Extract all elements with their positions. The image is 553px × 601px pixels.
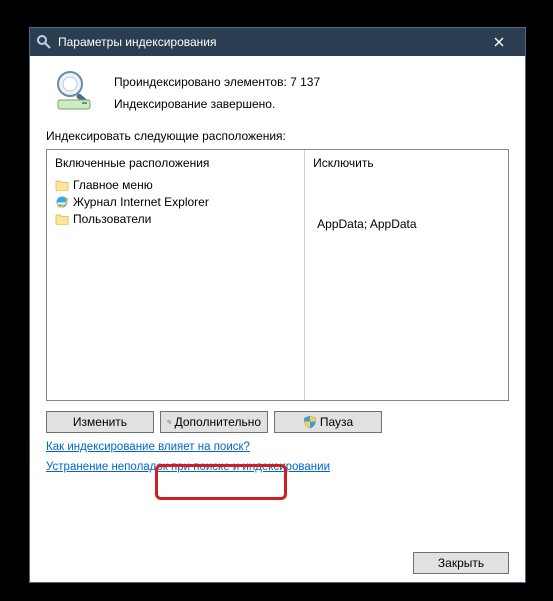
link-troubleshoot-search-indexing[interactable]: Устранение неполадок при поиске и индекс…: [46, 461, 330, 473]
advanced-button[interactable]: Дополнительно: [160, 411, 268, 433]
close-dialog-button[interactable]: Закрыть: [413, 552, 509, 574]
magnifier-drive-icon: [52, 68, 100, 112]
button-row: Изменить Дополнительно: [46, 411, 509, 433]
list-item-label: Главное меню: [73, 178, 153, 192]
close-icon: [494, 37, 504, 47]
exclude-cell: [309, 195, 504, 214]
close-button[interactable]: [479, 28, 519, 56]
status-row: Проиндексировано элементов: 7 137 Индекс…: [46, 68, 509, 115]
modify-button-label: Изменить: [73, 415, 127, 429]
folder-icon: [55, 213, 69, 225]
client-area: Проиндексировано элементов: 7 137 Индекс…: [30, 56, 525, 483]
indexing-options-window: Параметры индексирования Проиндексирован…: [29, 27, 526, 583]
pause-button-label: Пауза: [320, 415, 353, 429]
internet-explorer-icon: [55, 195, 69, 209]
window-title: Параметры индексирования: [58, 35, 479, 49]
footer: Закрыть: [413, 552, 509, 574]
indexed-count: Проиндексировано элементов: 7 137: [114, 72, 320, 94]
status-text: Проиндексировано элементов: 7 137 Индекс…: [114, 68, 320, 115]
modify-button[interactable]: Изменить: [46, 411, 154, 433]
indexing-options-icon: [36, 34, 52, 50]
link-how-indexing-affects-search[interactable]: Как индексирование влияет на поиск?: [46, 441, 250, 453]
column-header-included: Включенные расположения: [47, 150, 304, 174]
list-item[interactable]: Главное меню: [51, 176, 300, 193]
pause-button[interactable]: Пауза: [274, 411, 382, 433]
exclude-cell: [309, 176, 504, 195]
column-header-excluded: Исключить: [305, 150, 508, 174]
list-item-label: Журнал Internet Explorer: [73, 195, 209, 209]
locations-list[interactable]: Включенные расположения Главное меню Жур…: [46, 149, 509, 401]
exclude-cell: AppData; AppData: [309, 214, 504, 233]
advanced-button-label: Дополнительно: [175, 415, 261, 429]
column-excluded: Исключить AppData; AppData: [305, 150, 508, 400]
indexing-state: Индексирование завершено.: [114, 94, 320, 116]
shield-icon: [303, 415, 317, 429]
folder-icon: [55, 179, 69, 191]
column-included: Включенные расположения Главное меню Жур…: [47, 150, 305, 400]
list-item[interactable]: Журнал Internet Explorer: [51, 193, 300, 210]
shield-icon: [167, 415, 172, 429]
list-item[interactable]: Пользователи: [51, 210, 300, 227]
section-label: Индексировать следующие расположения:: [46, 129, 509, 143]
list-item-label: Пользователи: [73, 212, 151, 226]
titlebar: Параметры индексирования: [30, 28, 525, 56]
close-button-label: Закрыть: [438, 556, 484, 570]
